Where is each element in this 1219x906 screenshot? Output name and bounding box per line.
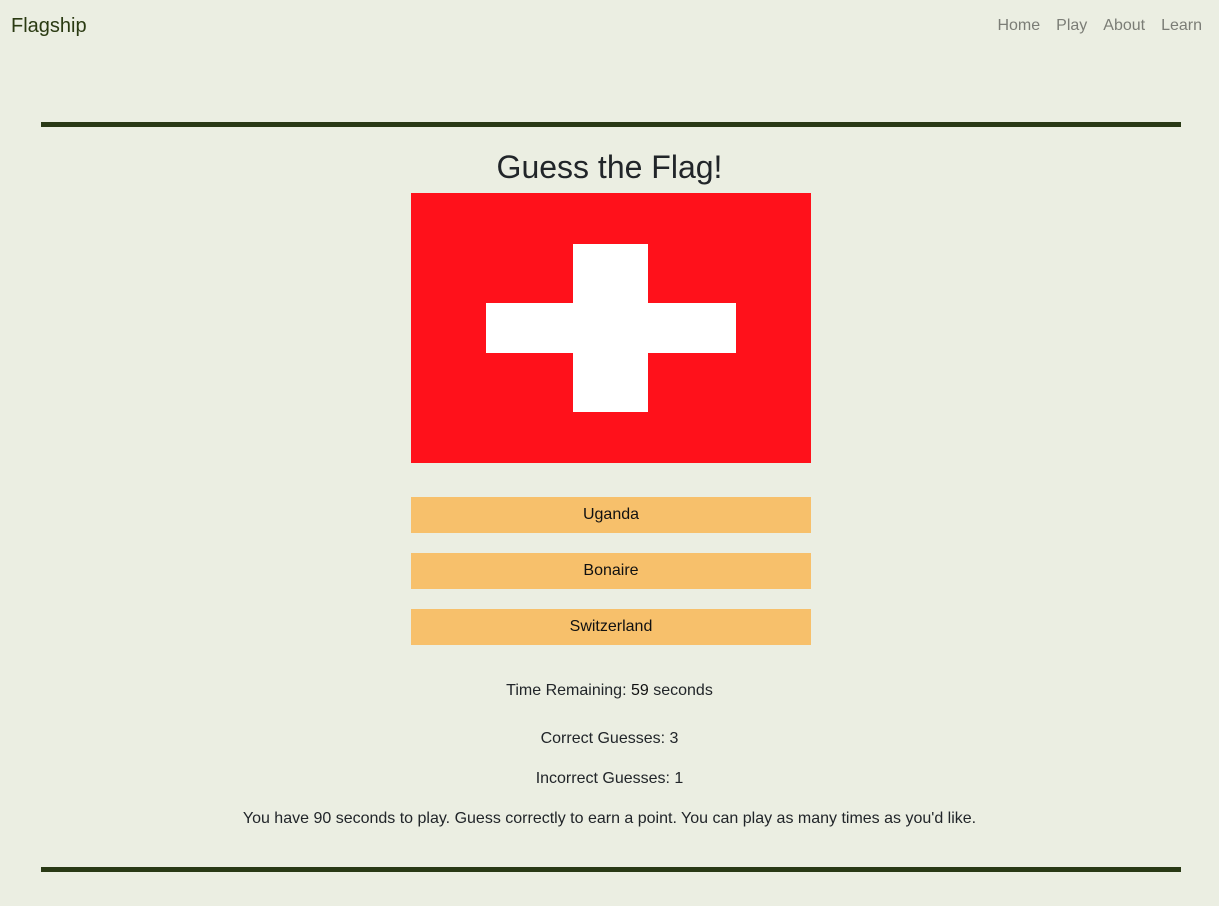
nav-links: Home Play About Learn xyxy=(981,15,1202,37)
flag-cross-horizontal xyxy=(486,303,736,353)
answer-button-bonaire[interactable]: Bonaire xyxy=(411,553,811,589)
nav-link-home[interactable]: Home xyxy=(997,15,1040,37)
answer-button-uganda[interactable]: Uganda xyxy=(411,497,811,533)
timer-suffix: seconds xyxy=(653,682,713,699)
nav-link-about[interactable]: About xyxy=(1103,15,1145,37)
nav-link-play[interactable]: Play xyxy=(1056,15,1087,37)
page-title: Guess the Flag! xyxy=(496,149,723,185)
answer-button-switzerland[interactable]: Switzerland xyxy=(411,609,811,645)
bottom-divider xyxy=(41,867,1181,872)
correct-guesses: Correct Guesses: 3 xyxy=(540,730,679,747)
timer-value: 59 xyxy=(630,682,649,699)
nav-link-learn[interactable]: Learn xyxy=(1161,15,1202,37)
incorrect-guesses: Incorrect Guesses: 1 xyxy=(535,770,684,787)
top-navbar: Flagship Home Play About Learn xyxy=(0,0,1219,52)
timer-prefix: Time Remaining: xyxy=(506,682,627,699)
brand-link[interactable]: Flagship xyxy=(11,13,87,39)
switzerland-flag xyxy=(411,193,811,463)
time-remaining: Time Remaining: 59 seconds xyxy=(0,680,1219,702)
game-rules: You have 90 seconds to play. Guess corre… xyxy=(242,810,977,827)
top-divider xyxy=(41,122,1181,127)
